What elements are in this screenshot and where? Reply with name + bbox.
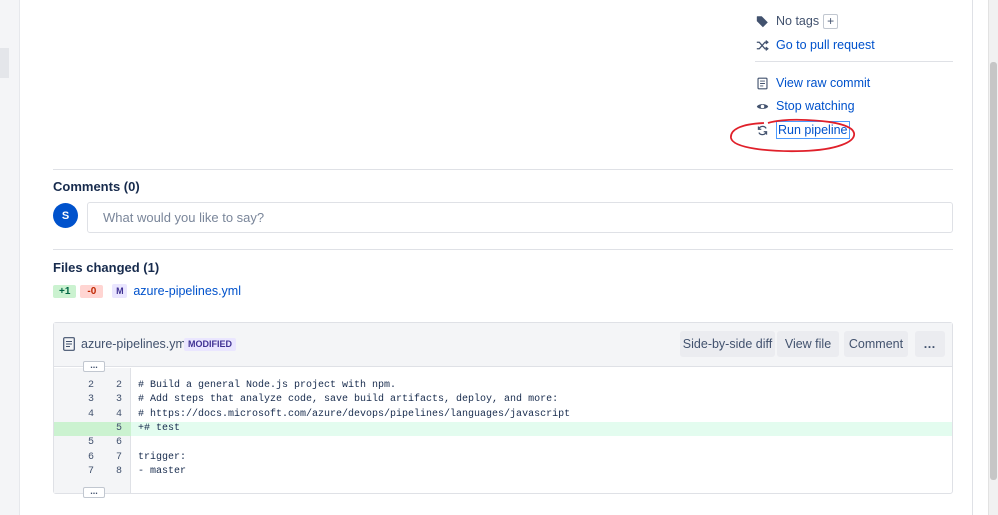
code-text: - master xyxy=(138,465,187,477)
old-line-number: 6 xyxy=(87,451,94,463)
no-tags-label: No tags xyxy=(776,14,820,28)
section-divider xyxy=(53,169,953,170)
avatar: S xyxy=(53,203,78,228)
code-text: +# test xyxy=(138,422,181,434)
stop-watching-label: Stop watching xyxy=(776,99,855,113)
code-text: # https://docs.microsoft.com/azure/devop… xyxy=(138,408,571,420)
modified-lozenge: MODIFIED xyxy=(184,338,236,351)
side-by-side-diff-button[interactable]: Side-by-side diff xyxy=(680,331,775,357)
left-sidebar-edge xyxy=(0,0,20,515)
section-divider xyxy=(53,249,953,250)
tags-row: No tags + xyxy=(755,10,839,32)
actions-divider xyxy=(755,61,953,62)
old-line-number: 5 xyxy=(87,437,94,449)
new-line-number: 8 xyxy=(115,465,122,477)
code-text: trigger: xyxy=(138,451,187,463)
more-options-button[interactable]: … xyxy=(915,331,945,357)
add-tag-button[interactable]: + xyxy=(823,13,839,29)
run-pipeline-label: Run pipeline xyxy=(776,121,850,139)
scrollbar-thumb[interactable] xyxy=(990,62,997,480)
eye-icon xyxy=(755,99,769,113)
diff-header: azure-pipelines.yml MODIFIED Side-by-sid… xyxy=(54,323,952,367)
expand-context-bottom-button[interactable]: ... xyxy=(83,487,105,498)
pipeline-icon xyxy=(755,123,769,137)
file-summary-row: +1 -0 M azure-pipelines.yml xyxy=(53,283,241,299)
file-link[interactable]: azure-pipelines.yml xyxy=(133,284,241,298)
old-line-number: 3 xyxy=(87,394,94,406)
run-pipeline-link[interactable]: Run pipeline xyxy=(755,119,850,141)
code-text: # Add steps that analyze code, save buil… xyxy=(138,394,559,406)
sidebar-handle[interactable] xyxy=(0,48,9,78)
diff-line: 56 xyxy=(54,436,952,450)
comment-input[interactable] xyxy=(87,202,953,233)
diff-line: 3 3 # Add steps that analyze code, save bu… xyxy=(54,393,952,407)
lines-removed-badge: -0 xyxy=(80,284,104,298)
tag-icon xyxy=(755,14,769,28)
new-line-number: 5 xyxy=(115,422,122,434)
view-raw-label: View raw commit xyxy=(776,76,871,90)
view-file-button[interactable]: View file xyxy=(777,331,839,357)
diff-card: azure-pipelines.yml MODIFIED Side-by-sid… xyxy=(53,322,953,498)
diff-line: 6 7 trigger: xyxy=(54,451,952,465)
modified-status-badge: M xyxy=(112,284,128,298)
comments-heading: Comments (0) xyxy=(53,179,140,194)
new-line-number: 6 xyxy=(115,437,122,449)
document-icon xyxy=(755,76,769,90)
diff-file-name: azure-pipelines.yml xyxy=(81,337,189,351)
stop-watching-link[interactable]: Stop watching xyxy=(755,95,855,117)
new-line-number: 3 xyxy=(115,394,122,406)
files-changed-heading: Files changed (1) xyxy=(53,260,160,275)
file-icon xyxy=(63,337,75,351)
diff-line: 7 8 - master xyxy=(54,465,952,479)
old-line-number: 7 xyxy=(87,465,94,477)
comment-button[interactable]: Comment xyxy=(844,331,908,357)
new-line-number: 2 xyxy=(115,380,122,391)
go-to-pr-label: Go to pull request xyxy=(776,38,875,52)
expand-context-top-button[interactable]: ... xyxy=(83,361,105,372)
new-line-number: 4 xyxy=(115,408,122,420)
diff-line: 4 4 # https://docs.microsoft.com/azure/dev… xyxy=(54,408,952,422)
lines-added-badge: +1 xyxy=(53,284,77,298)
old-line-number: 4 xyxy=(87,408,94,420)
page-scrollbar[interactable] xyxy=(988,0,998,515)
diff-line-added: 5 +# test xyxy=(54,421,952,436)
diff-line: 2 2 # Build a general Node.js project with… xyxy=(54,379,952,393)
shuffle-icon xyxy=(755,38,769,52)
view-raw-commit-link[interactable]: View raw commit xyxy=(755,72,870,94)
old-line-number: 2 xyxy=(87,380,94,391)
new-line-number: 7 xyxy=(115,451,122,463)
go-to-pull-request-link[interactable]: Go to pull request xyxy=(755,34,875,56)
code-text: # Build a general Node.js project with n… xyxy=(138,380,397,391)
